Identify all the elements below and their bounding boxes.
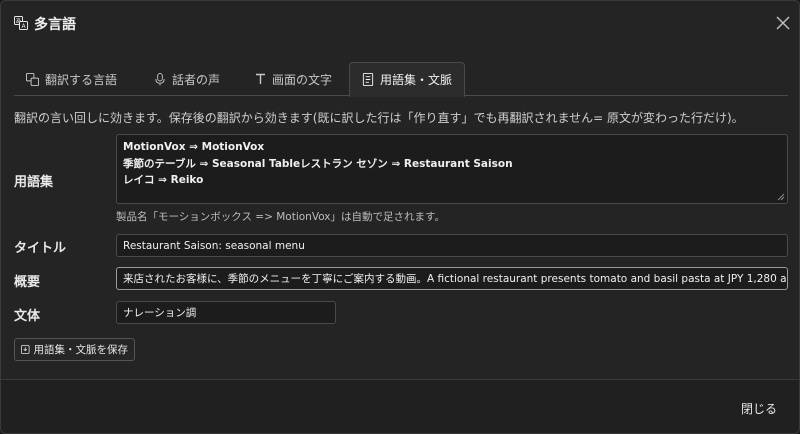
hint-text: 翻訳の言い回しに効きます。保存後の翻訳から効きます(既に訳した行は「作り直す」で… bbox=[14, 111, 744, 125]
save-glossary-button[interactable]: 用語集・文脈を保存 bbox=[14, 338, 135, 361]
tab-glossary-context[interactable]: 用語集・文脈 bbox=[349, 62, 466, 97]
text-t-icon bbox=[256, 73, 265, 84]
dialog-footer: 閉じる bbox=[1, 379, 799, 433]
title-input[interactable]: Restaurant Saison: seasonal menu bbox=[116, 234, 788, 257]
microphone-icon bbox=[155, 72, 165, 86]
summary-input[interactable]: 来店されたお客様に、季節のメニューを丁寧にご案内する動画。A fictional… bbox=[116, 267, 788, 290]
glossary-line: 季節のテーブル ⇒ Seasonal Tableレストラン セゾン ⇒ Rest… bbox=[123, 157, 513, 170]
tab-label: 話者の声 bbox=[172, 72, 221, 87]
close-button[interactable]: 閉じる bbox=[741, 400, 777, 417]
save-icon bbox=[21, 345, 30, 354]
save-button-label: 用語集・文脈を保存 bbox=[33, 344, 129, 356]
glossary-line: MotionVox ⇒ MotionVox bbox=[123, 141, 265, 153]
dialog-title: 多言語 bbox=[34, 17, 76, 33]
tab-label: 用語集・文脈 bbox=[380, 73, 453, 87]
summary-value: 来店されたお客様に、季節のメニューを丁寧にご案内する動画。A fictional… bbox=[123, 273, 788, 285]
glossary-note: 製品名「モーションボックス => MotionVox」は自動で足されます。 bbox=[116, 211, 445, 223]
tab-bar: 翻訳する言語 話者の声 画面の文字 用語集・文脈 bbox=[14, 62, 788, 97]
notebook-icon bbox=[362, 73, 374, 86]
tab-speaker-voice[interactable]: 話者の声 bbox=[142, 62, 232, 96]
tab-label: 翻訳する言語 bbox=[45, 72, 118, 87]
multilingual-dialog: あ A 多言語 翻訳する言語 話者の声 画面の文字 用語集・文脈 翻訳の言い回し… bbox=[0, 0, 800, 434]
translate-icon bbox=[26, 72, 39, 86]
style-value: ナレーション調 bbox=[123, 307, 197, 319]
dialog-titlebar: あ A 多言語 bbox=[1, 1, 799, 47]
close-icon[interactable] bbox=[775, 15, 791, 31]
tab-screen-text[interactable]: 画面の文字 bbox=[243, 62, 344, 96]
translate-icon: あ A bbox=[14, 16, 28, 30]
summary-label: 概要 bbox=[14, 275, 41, 290]
glossary-line: レイコ ⇒ Reiko bbox=[123, 174, 204, 186]
glossary-textarea[interactable]: MotionVox ⇒ MotionVox 季節のテーブル ⇒ Seasonal… bbox=[116, 134, 788, 204]
title-label: タイトル bbox=[14, 241, 67, 256]
resize-grip-icon[interactable] bbox=[777, 193, 785, 201]
tab-translation-languages[interactable]: 翻訳する言語 bbox=[14, 62, 129, 96]
style-input[interactable]: ナレーション調 bbox=[116, 301, 336, 324]
style-label: 文体 bbox=[14, 309, 41, 324]
glossary-label: 用語集 bbox=[14, 175, 54, 190]
tab-label: 画面の文字 bbox=[272, 72, 333, 87]
title-value: Restaurant Saison: seasonal menu bbox=[123, 239, 305, 252]
